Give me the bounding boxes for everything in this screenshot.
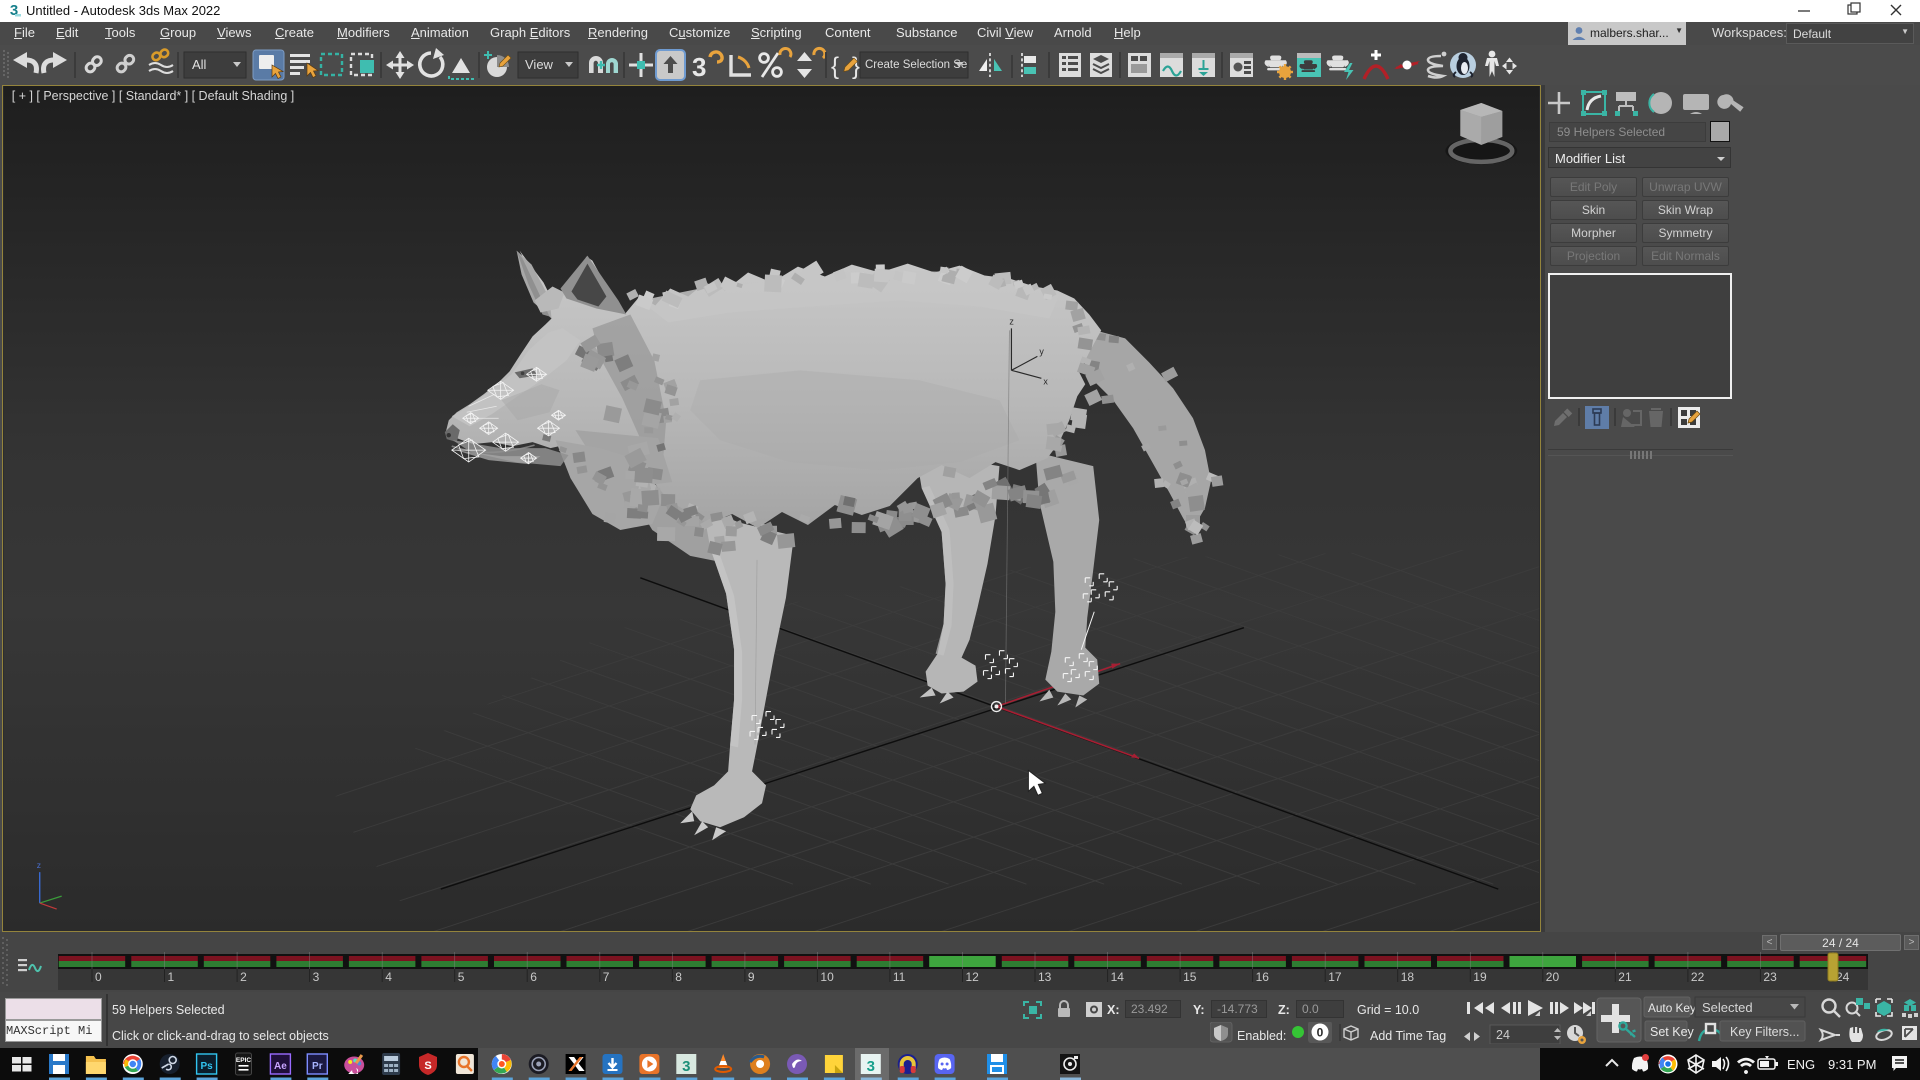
svg-text:Selected: Selected	[1702, 1000, 1753, 1015]
svg-text:3: 3	[867, 1058, 875, 1075]
svg-text:Pr: Pr	[312, 1061, 323, 1072]
svg-text:7: 7	[603, 970, 610, 984]
svg-text:Create Selection Se: Create Selection Se	[865, 59, 967, 71]
svg-text:12: 12	[966, 970, 980, 984]
svg-text:S: S	[424, 1060, 431, 1072]
svg-text:z: z	[1009, 316, 1014, 326]
svg-text:}: }	[852, 53, 860, 80]
svg-text:21: 21	[1618, 970, 1632, 984]
svg-text:14: 14	[1111, 970, 1125, 984]
svg-text:Key Filters...: Key Filters...	[1730, 1025, 1799, 1039]
svg-text:11: 11	[893, 970, 906, 984]
svg-text:2: 2	[240, 970, 247, 984]
svg-text:10: 10	[820, 970, 834, 984]
svg-text:8: 8	[675, 970, 682, 984]
svg-text:z: z	[37, 860, 41, 870]
svg-text:17: 17	[1328, 970, 1342, 984]
svg-text:Auto Key: Auto Key	[1648, 1001, 1696, 1015]
svg-text:18: 18	[1401, 970, 1415, 984]
svg-text:EPIC: EPIC	[236, 1057, 251, 1064]
svg-text:9:31 PM: 9:31 PM	[1828, 1057, 1876, 1072]
svg-text:1: 1	[168, 970, 175, 984]
svg-text:20: 20	[1546, 970, 1560, 984]
svg-text:5: 5	[458, 970, 465, 984]
svg-text:Ae: Ae	[274, 1061, 287, 1072]
svg-text:0: 0	[1317, 1026, 1324, 1040]
svg-text:13: 13	[1038, 970, 1052, 984]
svg-text:24: 24	[1496, 1028, 1510, 1042]
svg-text:3: 3	[682, 1058, 690, 1075]
svg-text:View: View	[525, 57, 554, 72]
svg-text:{: {	[831, 53, 839, 80]
svg-text:All: All	[192, 57, 207, 72]
svg-text:6: 6	[530, 970, 537, 984]
svg-text:3: 3	[692, 52, 706, 82]
svg-text:ENG: ENG	[1787, 1057, 1815, 1072]
svg-text:x: x	[1043, 376, 1048, 386]
svg-text:23: 23	[1763, 970, 1777, 984]
svg-text:Set Key: Set Key	[1650, 1025, 1695, 1039]
svg-text:[ + ] [ Perspective ] [ Standa: [ + ] [ Perspective ] [ Standard* ] [ De…	[12, 89, 294, 103]
svg-text:22: 22	[1691, 970, 1705, 984]
svg-text:9: 9	[748, 970, 755, 984]
svg-text:19: 19	[1473, 970, 1487, 984]
svg-text:y: y	[1039, 346, 1044, 356]
svg-text:Ps: Ps	[200, 1061, 213, 1072]
svg-text:3: 3	[313, 970, 320, 984]
svg-text:4: 4	[385, 970, 392, 984]
svg-text:16: 16	[1256, 970, 1270, 984]
svg-text:0: 0	[95, 970, 102, 984]
svg-text:15: 15	[1183, 970, 1197, 984]
